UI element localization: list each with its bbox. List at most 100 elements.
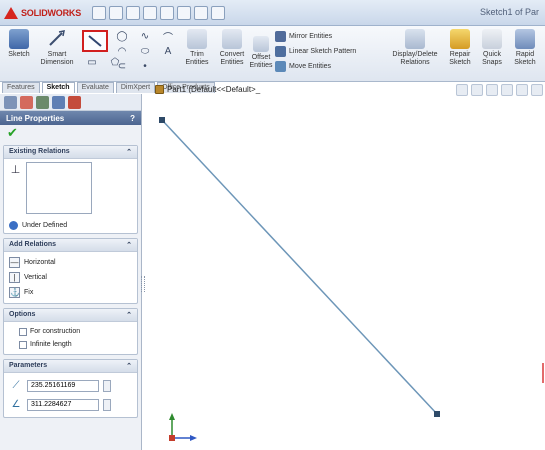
section-view-icon[interactable] xyxy=(501,84,513,96)
horizontal-icon: — xyxy=(9,257,20,268)
feature-tree-icon[interactable] xyxy=(4,96,17,109)
convert-entities-button[interactable]: Convert Entities xyxy=(215,29,249,67)
collapse-chevron-icon[interactable]: ⌃ xyxy=(126,241,132,249)
collapse-chevron-icon[interactable]: ⌃ xyxy=(126,148,132,156)
property-manager-title-bar: Line Properties ? xyxy=(0,111,141,125)
dimxpert-manager-icon[interactable] xyxy=(52,96,65,109)
solidworks-logo[interactable]: SOLIDWORKS xyxy=(4,5,81,21)
zoom-to-fit-icon[interactable] xyxy=(456,84,468,96)
for-construction-checkbox[interactable] xyxy=(19,327,27,336)
arc-icon[interactable]: ◠ xyxy=(112,45,132,57)
infinite-length-checkbox[interactable] xyxy=(19,340,27,349)
heads-up-view-toolbar xyxy=(456,84,543,96)
tab-sketch[interactable]: Sketch xyxy=(41,82,75,93)
rectangle-icon[interactable]: ▭ xyxy=(82,56,102,68)
save-icon[interactable] xyxy=(126,6,140,20)
help-icon[interactable]: ? xyxy=(130,114,135,123)
infinite-length-option[interactable]: Infinite length xyxy=(9,338,132,351)
add-relations-header[interactable]: Add Relations ⌃ xyxy=(4,239,137,252)
print-icon[interactable] xyxy=(143,6,157,20)
property-manager: Line Properties ? ✔ Existing Relations ⌃… xyxy=(0,94,142,450)
window-title: Sketch1 of Par xyxy=(479,7,539,17)
feature-tree-flyout[interactable]: Part1 (Default<<Default>_ xyxy=(155,85,260,94)
mirror-label: Mirror Entities xyxy=(289,33,333,40)
sketch-line[interactable] xyxy=(161,119,438,415)
angle-icon: ∠ xyxy=(11,398,21,410)
tab-features[interactable]: Features xyxy=(2,82,40,93)
offset-entities-button[interactable]: Offset Entities xyxy=(248,36,274,70)
display-manager-icon[interactable] xyxy=(68,96,81,109)
vertical-relation-button[interactable]: | Vertical xyxy=(9,270,132,285)
length-icon: ⟋ xyxy=(12,379,20,391)
mirror-entities-button[interactable]: Mirror Entities xyxy=(275,30,356,43)
horizontal-label: Horizontal xyxy=(24,259,56,266)
fillet-icon[interactable]: ⌒ xyxy=(158,30,178,44)
angle-spinner[interactable] xyxy=(103,398,111,411)
options-title: Options xyxy=(9,311,36,318)
rapid-sketch-button[interactable]: Rapid Sketch xyxy=(510,29,540,67)
select-icon[interactable] xyxy=(177,6,191,20)
display-style-icon[interactable] xyxy=(531,84,543,96)
view-orientation-icon[interactable] xyxy=(516,84,528,96)
add-relations-title: Add Relations xyxy=(9,241,57,248)
ellipse-icon[interactable]: ⬭ xyxy=(135,45,155,57)
solidworks-logo-icon xyxy=(4,6,18,20)
existing-relations-title: Existing Relations xyxy=(9,148,70,155)
display-relations-button[interactable]: Display/Delete Relations xyxy=(392,29,438,67)
tab-evaluate[interactable]: Evaluate xyxy=(76,82,114,93)
viewport-header: Part1 (Default<<Default>_ xyxy=(145,82,545,100)
manager-tabs xyxy=(0,94,141,111)
pm-title: Line Properties xyxy=(6,113,65,123)
new-document-icon[interactable] xyxy=(92,6,106,20)
line-end-point[interactable] xyxy=(434,411,440,417)
angle-input[interactable] xyxy=(27,398,99,411)
point-icon[interactable]: • xyxy=(135,60,155,72)
spline-icon[interactable]: ∿ xyxy=(135,30,155,42)
length-spinner[interactable] xyxy=(103,379,111,392)
command-manager-ribbon: Sketch Smart Dimension ▭ ⬠ ◯ ∿ ◠ ⬭ ⊂ • ⌒… xyxy=(0,26,545,82)
graphics-area[interactable] xyxy=(145,100,545,450)
linear-pattern-button[interactable]: Linear Sketch Pattern xyxy=(275,45,356,58)
text-icon[interactable]: A xyxy=(158,45,178,57)
slot-icon[interactable]: ⊂ xyxy=(112,60,132,72)
sketch-button[interactable]: Sketch xyxy=(4,29,34,59)
move-entities-button[interactable]: Move Entities xyxy=(275,60,356,73)
length-input[interactable] xyxy=(27,379,99,392)
for-construction-label: For construction xyxy=(30,328,81,335)
quick-snaps-button[interactable]: Quick Snaps xyxy=(478,29,506,67)
property-manager-icon[interactable] xyxy=(20,96,33,109)
title-bar: SOLIDWORKS Sketch1 of Par xyxy=(0,0,545,26)
previous-view-icon[interactable] xyxy=(486,84,498,96)
zoom-to-area-icon[interactable] xyxy=(471,84,483,96)
undo-icon[interactable] xyxy=(160,6,174,20)
offset-icon xyxy=(253,36,269,52)
collapse-chevron-icon[interactable]: ⌃ xyxy=(126,362,132,370)
collapse-chevron-icon[interactable]: ⌃ xyxy=(126,311,132,319)
parameters-header[interactable]: Parameters ⌃ xyxy=(4,360,137,373)
quick-snaps-label: Quick Snaps xyxy=(482,51,502,66)
sketch-canvas[interactable] xyxy=(145,100,545,450)
trim-icon xyxy=(187,29,207,49)
rebuild-icon[interactable] xyxy=(194,6,208,20)
horizontal-relation-button[interactable]: — Horizontal xyxy=(9,255,132,270)
circle-icon[interactable]: ◯ xyxy=(112,30,132,42)
smart-dimension-button[interactable]: Smart Dimension xyxy=(38,29,76,67)
line-tool-button[interactable] xyxy=(82,30,108,52)
configuration-manager-icon[interactable] xyxy=(36,96,49,109)
vertical-label: Vertical xyxy=(24,274,47,281)
sketch-button-label: Sketch xyxy=(8,51,30,58)
status-text: Under Defined xyxy=(22,222,68,229)
trim-entities-button[interactable]: Trim Entities xyxy=(180,29,214,67)
ok-button[interactable]: ✔ xyxy=(0,125,141,141)
open-folder-icon[interactable] xyxy=(109,6,123,20)
options-header[interactable]: Options ⌃ xyxy=(4,309,137,322)
existing-relations-list[interactable] xyxy=(26,162,92,214)
fix-relation-button[interactable]: ⚓ Fix xyxy=(9,285,132,300)
move-label: Move Entities xyxy=(289,63,332,70)
options-icon[interactable] xyxy=(211,6,225,20)
repair-sketch-button[interactable]: Repair Sketch xyxy=(446,29,474,67)
offset-label: Offset Entities xyxy=(249,54,273,69)
line-start-point[interactable] xyxy=(159,117,165,123)
for-construction-option[interactable]: For construction xyxy=(9,325,132,338)
existing-relations-header[interactable]: Existing Relations ⌃ xyxy=(4,146,137,159)
